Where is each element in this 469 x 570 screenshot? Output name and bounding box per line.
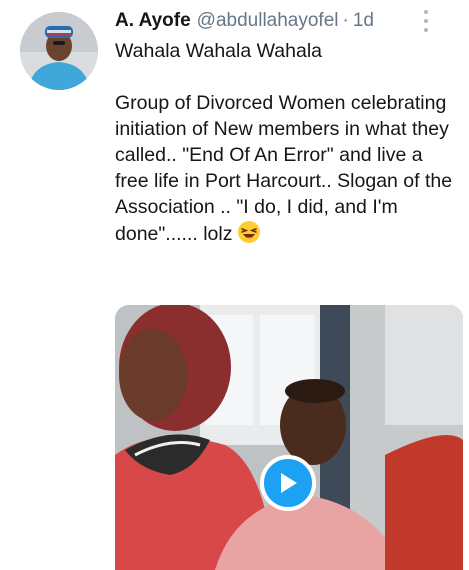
timestamp[interactable]: 1d (353, 8, 374, 34)
tweet-text-body-content: Group of Divorced Women celebrating init… (115, 92, 453, 245)
avatar[interactable] (20, 12, 98, 90)
author-handle[interactable]: @abdullahayofel (197, 8, 339, 34)
video-frame (115, 305, 463, 570)
tweet-text-body: Group of Divorced Women celebrating init… (115, 90, 455, 251)
play-icon (281, 473, 297, 493)
tweet-text-line1: Wahala Wahala Wahala (115, 40, 323, 62)
separator-dot: · (342, 10, 349, 31)
laughing-face-icon (237, 220, 261, 251)
tweet-header: A. Ayofe @abdullahayofel · 1d (115, 8, 374, 34)
play-button[interactable] (260, 455, 316, 511)
tweet[interactable]: A. Ayofe @abdullahayofel · 1d Wahala Wah… (0, 0, 469, 570)
avatar-image (20, 12, 98, 90)
tweet-text: Wahala Wahala Wahala Group of Divorced W… (115, 38, 455, 251)
more-vertical-icon[interactable] (418, 10, 434, 32)
author-name[interactable]: A. Ayofe (115, 8, 191, 34)
video-thumbnail[interactable] (115, 305, 463, 570)
